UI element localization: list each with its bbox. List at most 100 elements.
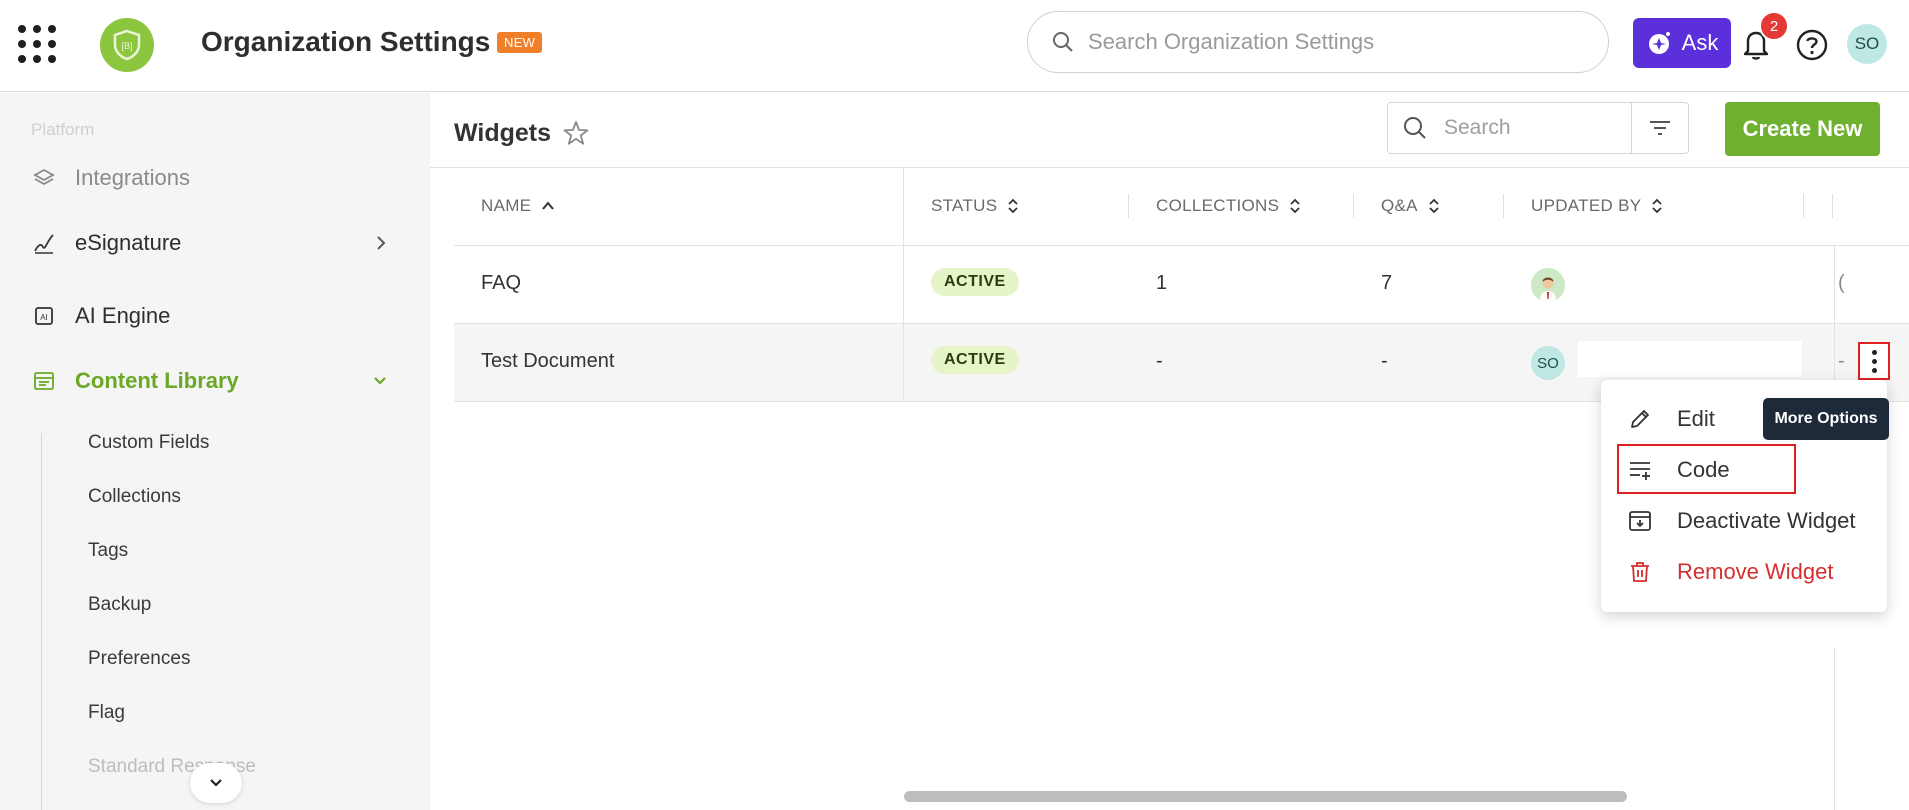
user-avatar[interactable]: SO (1847, 24, 1887, 64)
sidebar: Platform Integrations eSignature AI AI E… (0, 93, 430, 810)
submenu-item-flag[interactable]: Flag (88, 702, 125, 724)
global-search-input[interactable] (1088, 29, 1568, 55)
cell-name[interactable]: Test Document (481, 350, 614, 373)
horizontal-scrollbar[interactable] (904, 791, 1627, 802)
sort-icon (1008, 198, 1018, 214)
menu-item-label: Code (1677, 457, 1730, 482)
menu-item-remove-widget[interactable]: Remove Widget (1627, 552, 1867, 592)
global-search[interactable] (1027, 11, 1609, 73)
chevron-down-icon (210, 779, 222, 787)
column-divider (1503, 194, 1504, 218)
sidebar-item-esignature[interactable]: eSignature (31, 223, 391, 263)
notification-badge: 2 (1759, 11, 1789, 41)
actions-column-divider (1834, 648, 1835, 810)
cell-collections: 1 (1156, 272, 1168, 294)
signature-icon (31, 230, 57, 256)
help-icon[interactable] (1795, 28, 1829, 62)
cell-name[interactable]: FAQ (481, 272, 521, 295)
chevron-down-icon (374, 377, 386, 385)
status-badge: ACTIVE (931, 346, 1019, 374)
frozen-column-divider (903, 168, 904, 402)
widget-search[interactable] (1387, 102, 1632, 154)
layers-icon (31, 165, 57, 191)
column-divider (1353, 194, 1354, 218)
svg-text:[B]: [B] (121, 41, 132, 51)
column-header-label: STATUS (931, 196, 998, 215)
menu-item-label: Deactivate Widget (1677, 508, 1856, 533)
create-new-button[interactable]: Create New (1725, 102, 1880, 156)
status-badge: ACTIVE (931, 268, 1019, 296)
logo: [B] (100, 18, 154, 72)
submenu-item-collections[interactable]: Collections (88, 486, 181, 508)
cell-qa: - (1381, 350, 1388, 372)
column-header-status[interactable]: STATUS (931, 196, 1019, 216)
column-header-qa[interactable]: Q&A (1381, 196, 1440, 216)
sort-ascending-icon (542, 201, 555, 210)
search-icon (1404, 117, 1426, 139)
ask-button[interactable]: Ask (1633, 18, 1731, 68)
submenu-guide-line (41, 433, 42, 810)
column-header-name[interactable]: NAME (481, 196, 555, 216)
library-icon (31, 368, 57, 394)
widget-search-input[interactable] (1444, 116, 1614, 140)
filter-button[interactable] (1631, 102, 1689, 154)
sort-icon (1429, 198, 1439, 214)
menu-item-label: Edit (1677, 406, 1715, 431)
column-divider (1832, 194, 1833, 218)
star-icon[interactable] (562, 119, 590, 147)
shield-logo-icon: [B] (113, 29, 141, 61)
submenu-item-custom-fields[interactable]: Custom Fields (88, 432, 209, 454)
avatar: SO (1531, 346, 1565, 380)
new-badge: NEW (497, 32, 543, 53)
sidebar-item-label: eSignature (75, 230, 182, 255)
table-header-row: NAME STATUS COLLECTIONS Q&A UPDATED BY (454, 168, 1909, 246)
sidebar-item-label: Content Library (75, 368, 239, 393)
menu-item-code[interactable]: Code (1627, 450, 1867, 490)
column-header-label: NAME (481, 196, 532, 215)
redacted-name (1578, 341, 1802, 377)
trash-icon (1627, 559, 1653, 585)
sparkle-icon (1648, 32, 1670, 54)
top-bar: [B] Organization Settings NEW Ask 2 SO (0, 0, 1909, 92)
code-list-icon (1627, 457, 1653, 483)
column-divider (1803, 194, 1804, 218)
sidebar-item-ai-engine[interactable]: AI AI Engine (31, 296, 391, 336)
apps-grid-icon[interactable] (18, 25, 56, 63)
column-header-label: UPDATED BY (1531, 196, 1642, 215)
column-header-collections[interactable]: COLLECTIONS (1156, 196, 1301, 216)
submenu-item-preferences[interactable]: Preferences (88, 648, 190, 670)
svg-text:AI: AI (40, 313, 48, 322)
archive-icon (1627, 508, 1653, 534)
cell-qa: 7 (1381, 272, 1393, 294)
submenu-item-tags[interactable]: Tags (88, 540, 128, 562)
pencil-icon (1627, 406, 1653, 432)
cell-truncated: ( (1838, 272, 1845, 294)
menu-item-deactivate-widget[interactable]: Deactivate Widget (1627, 501, 1867, 541)
table-row[interactable]: FAQ ACTIVE 1 7 ( (454, 246, 1909, 324)
sort-icon (1290, 198, 1300, 214)
actions-column-divider (1834, 246, 1835, 402)
ai-chip-icon: AI (31, 303, 57, 329)
sidebar-item-label: Integrations (75, 165, 190, 190)
cell-collections: - (1156, 350, 1163, 372)
search-icon (1053, 32, 1073, 52)
sidebar-item-content-library[interactable]: Content Library (31, 361, 391, 401)
app-title: Organization Settings (201, 26, 491, 57)
menu-item-label: Remove Widget (1677, 559, 1834, 584)
more-options-button[interactable] (1858, 342, 1890, 380)
main-header: Widgets Create New (430, 93, 1909, 168)
column-header-label: Q&A (1381, 196, 1418, 215)
avatar (1531, 268, 1565, 302)
chevron-right-icon (377, 236, 386, 250)
sidebar-item-label: AI Engine (75, 303, 171, 328)
sidebar-item-integrations[interactable]: Integrations (31, 158, 391, 198)
sidebar-scroll-down-button[interactable] (190, 763, 242, 803)
more-options-tooltip: More Options (1763, 398, 1889, 440)
submenu-item-backup[interactable]: Backup (88, 594, 151, 616)
page-title: Widgets (454, 119, 551, 147)
column-header-updated-by[interactable]: UPDATED BY (1531, 196, 1663, 216)
sidebar-section-platform: Platform (31, 120, 95, 139)
cell-truncated: - (1838, 350, 1845, 372)
person-avatar-icon (1531, 268, 1565, 302)
filter-icon (1650, 121, 1670, 135)
